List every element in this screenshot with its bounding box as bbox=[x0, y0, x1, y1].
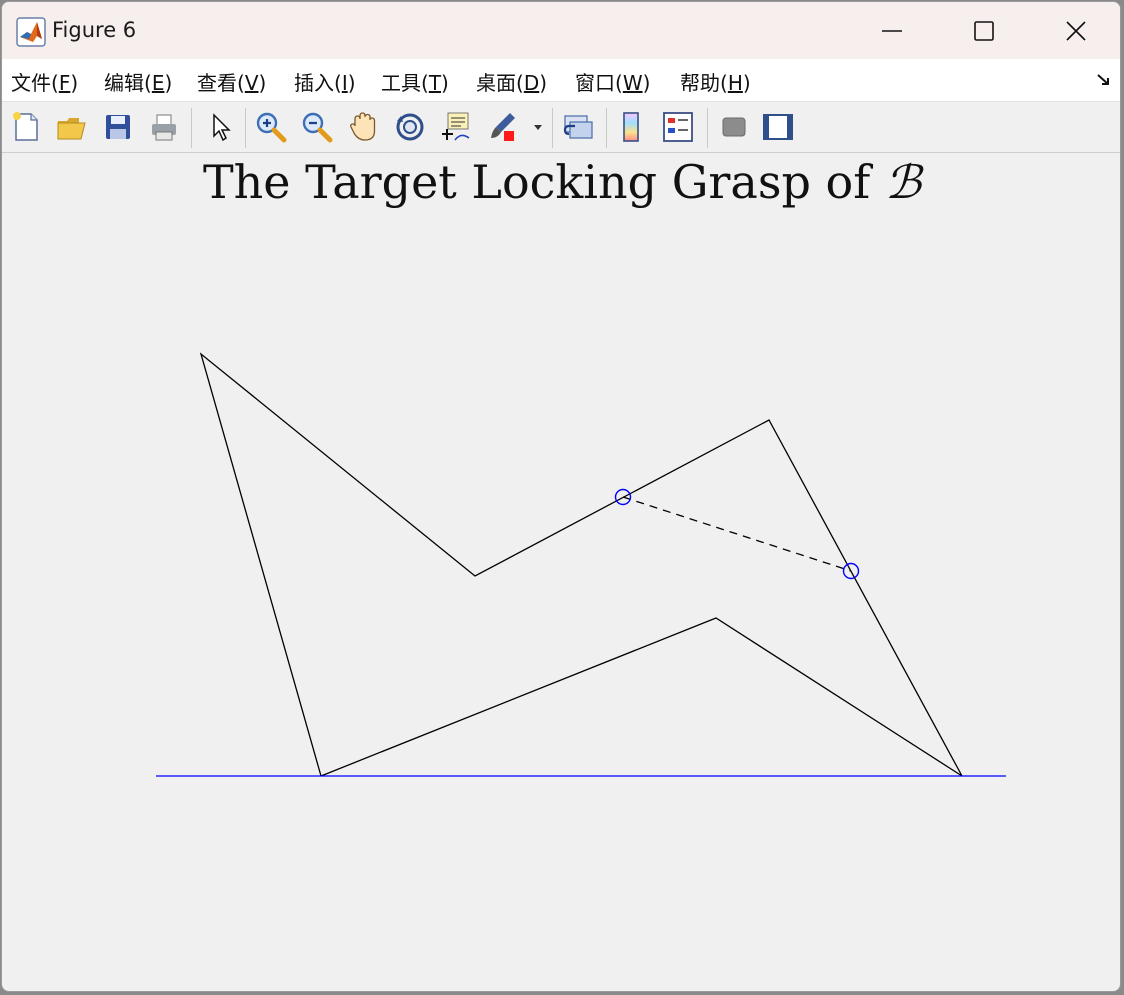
plot-area[interactable] bbox=[0, 0, 1124, 995]
object-polygon bbox=[199, 352, 963, 777]
